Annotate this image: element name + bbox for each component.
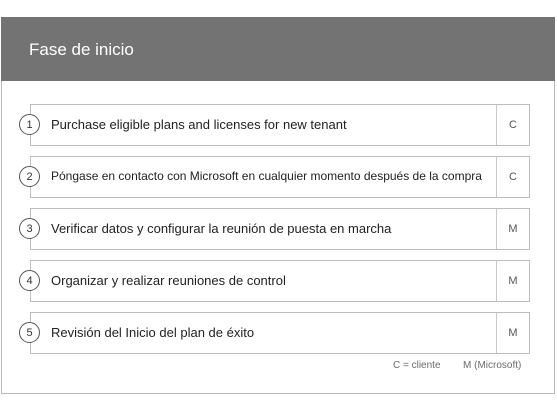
step-number-circle: 1 — [19, 114, 40, 135]
step-label: Purchase eligible plans and licenses for… — [51, 117, 347, 132]
step-owner-code: C — [496, 105, 529, 145]
step-owner-code: M — [496, 313, 529, 353]
step-label: Verificar datos y configurar la reunión … — [51, 221, 392, 236]
legend-microsoft: M (Microsoft) — [463, 360, 522, 371]
step-number-circle: 3 — [19, 218, 40, 239]
step-label: Organizar y realizar reuniones de contro… — [51, 273, 286, 288]
step-number-circle: 4 — [19, 270, 40, 291]
step-label: Revisión del Inicio del plan de éxito — [51, 325, 255, 340]
step-box: Verificar datos y configurar la reunión … — [30, 208, 530, 250]
phase-header: Fase de inicio — [1, 17, 555, 81]
legend-client: C = cliente — [393, 360, 441, 371]
step-number-circle: 5 — [19, 322, 40, 343]
phase-title: Fase de inicio — [29, 40, 134, 59]
step-1: Purchase eligible plans and licenses for… — [18, 104, 530, 146]
step-5: Revisión del Inicio del plan de éxito M … — [18, 312, 530, 354]
step-owner-code: M — [496, 261, 529, 301]
step-box: Revisión del Inicio del plan de éxito M — [30, 312, 530, 354]
step-box: Póngase en contacto con Microsoft en cua… — [30, 156, 530, 198]
step-2: Póngase en contacto con Microsoft en cua… — [18, 156, 530, 198]
step-box: Organizar y realizar reuniones de contro… — [30, 260, 530, 302]
step-4: Organizar y realizar reuniones de contro… — [18, 260, 530, 302]
step-owner-code: M — [496, 209, 529, 249]
step-box: Purchase eligible plans and licenses for… — [30, 104, 530, 146]
step-label: Póngase en contacto con Microsoft en cua… — [51, 169, 482, 183]
step-3: Verificar datos y configurar la reunión … — [18, 208, 530, 250]
step-number-circle: 2 — [19, 166, 40, 187]
step-owner-code: C — [496, 157, 529, 197]
